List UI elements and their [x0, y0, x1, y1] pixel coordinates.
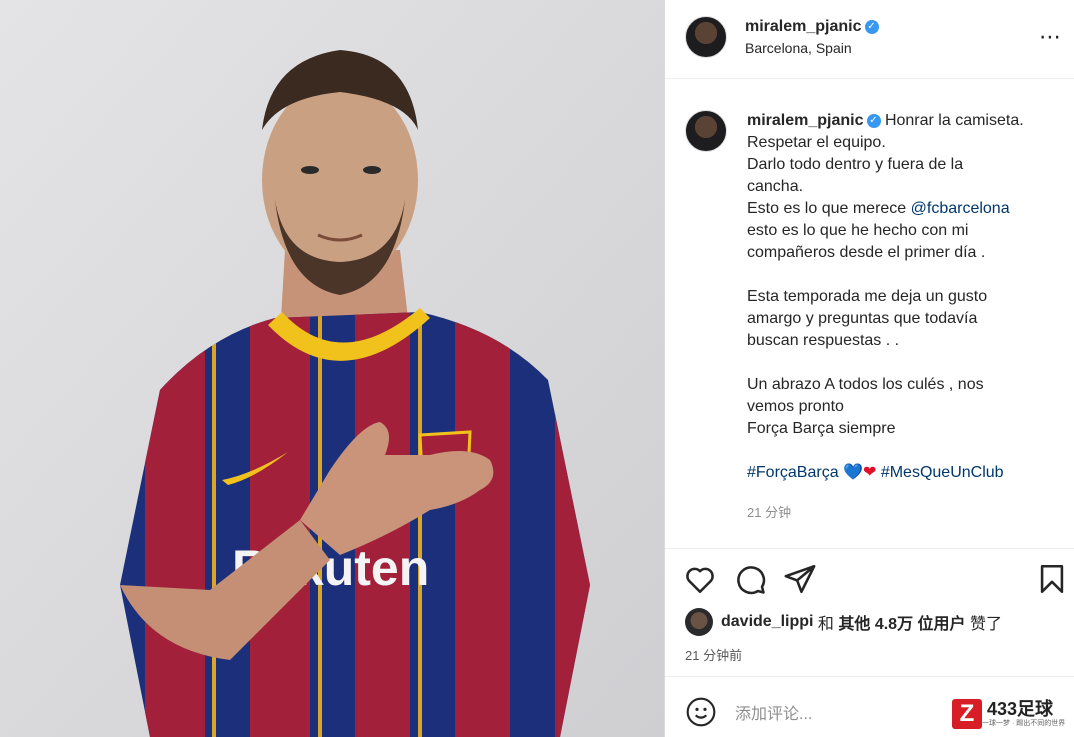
divider	[665, 548, 1074, 549]
watermark-slogan: 一球一梦 · 踢出不同的世界	[982, 720, 1066, 727]
author-username[interactable]: miralem_pjanic	[745, 18, 862, 35]
post-header: miralem_pjanic ✓ Barcelona, Spain ⋯	[665, 0, 1074, 79]
liker-username[interactable]: davide_lippi	[721, 613, 813, 631]
author-avatar[interactable]	[685, 16, 727, 58]
caption-line: Un abrazo A todos los culés , nos	[747, 376, 984, 393]
caption-line: compañeros desde el primer día .	[747, 244, 986, 261]
mention-link[interactable]: @fcbarcelona	[911, 200, 1010, 217]
comment-input[interactable]: 添加评论...	[735, 700, 812, 724]
caption-line: vemos pronto	[747, 398, 844, 415]
caption-line: Respetar el equipo.	[747, 134, 886, 151]
heart-outline-icon[interactable]	[683, 562, 717, 596]
hashtag-link[interactable]: #ForçaBarça	[747, 464, 839, 481]
bookmark-icon[interactable]	[1035, 562, 1069, 596]
emoji-icon[interactable]	[685, 696, 717, 728]
caption-line: esto es lo que he hecho con mi	[747, 222, 969, 239]
likes-summary: davide_lippi 和 其他 4.8万 位用户 赞了	[685, 608, 1002, 636]
divider	[665, 676, 1074, 677]
caption-line: amargo y preguntas que todavía	[747, 310, 978, 327]
paper-plane-icon[interactable]	[783, 562, 817, 596]
author-block: miralem_pjanic ✓ Barcelona, Spain	[745, 18, 879, 56]
more-options-icon[interactable]: ⋯	[1039, 24, 1062, 50]
hashtag-link[interactable]: #MesQueUnClub	[881, 464, 1004, 481]
watermark-badge: Z	[952, 699, 982, 729]
likes-others[interactable]: 其他 4.8万 位用户	[838, 610, 965, 634]
blue-heart-icon: 💙	[843, 464, 863, 481]
caption-avatar[interactable]	[685, 110, 727, 152]
caption-time: 21 分钟	[747, 505, 792, 520]
caption-line: buscan respuestas . .	[747, 332, 900, 349]
caption-line: cancha.	[747, 178, 804, 195]
player-illustration: Rakuten	[0, 0, 664, 737]
watermark-name: 433足球	[987, 699, 1054, 719]
post-side-panel: miralem_pjanic ✓ Barcelona, Spain ⋯ miral…	[664, 0, 1074, 737]
red-heart-icon: ❤	[862, 464, 877, 481]
caption-line: Esto es lo que merece	[747, 200, 911, 217]
post-caption: miralem_pjanic ✓ Honrar la camiseta. Resp…	[747, 110, 1057, 484]
comment-bubble-icon[interactable]	[733, 562, 767, 596]
post-location[interactable]: Barcelona, Spain	[745, 40, 879, 56]
verified-icon: ✓	[864, 19, 879, 34]
caption-line: Força Barça siempre	[747, 420, 896, 437]
post-actions	[683, 562, 1064, 598]
post-photo[interactable]: Rakuten	[0, 0, 664, 737]
caption-first-line: Honrar la camiseta.	[884, 112, 1024, 129]
verified-icon: ✓	[866, 113, 881, 128]
caption-username[interactable]: miralem_pjanic	[747, 112, 864, 129]
instagram-post: Rakuten miralem_pjanic ✓ Barcelona, Spai…	[0, 0, 1074, 737]
likes-liked: 赞了	[965, 616, 1002, 633]
caption-line: Darlo todo dentro y fuera de la	[747, 156, 964, 173]
caption-line: Esta temporada me deja un gusto	[747, 288, 988, 305]
liker-avatar[interactable]	[685, 608, 713, 636]
post-time[interactable]: 21 分钟前	[685, 645, 742, 664]
likes-and: 和	[813, 616, 839, 633]
watermark-logo: Z 433足球 一球一梦 · 踢出不同的世界	[952, 697, 1066, 731]
